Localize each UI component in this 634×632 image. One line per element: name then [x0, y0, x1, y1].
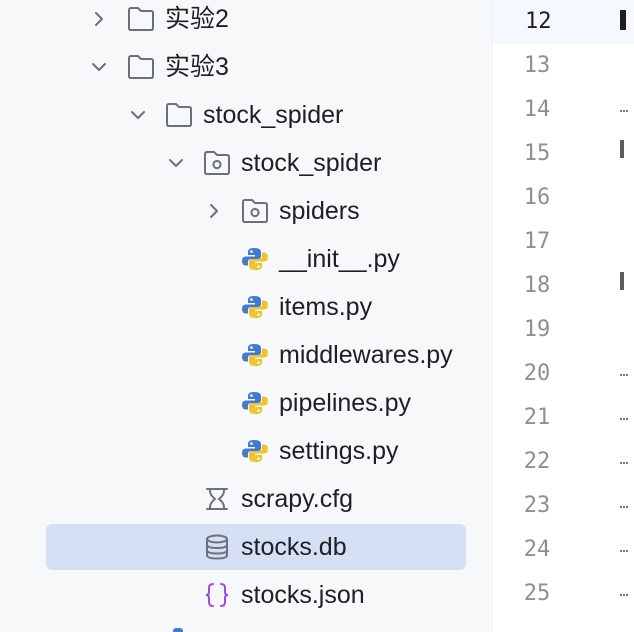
tree-item-items-py[interactable]: items.py	[0, 283, 490, 331]
tree-item-label: settings.py	[279, 437, 399, 465]
chevron-down-icon[interactable]	[88, 56, 110, 78]
line-number: 25	[523, 581, 551, 606]
folder-icon	[128, 7, 154, 31]
line-number: 15	[523, 141, 551, 166]
tree-item-label: stock_spider	[241, 149, 382, 177]
json-braces-icon	[205, 583, 229, 607]
line-number: 20	[523, 361, 551, 386]
line-number: 18	[523, 273, 551, 298]
code-fragment	[620, 496, 628, 508]
line-number: 17	[523, 229, 551, 254]
tree-item-label: pipelines.py	[279, 389, 412, 417]
package-folder-icon	[242, 199, 268, 223]
code-fragment	[620, 272, 624, 290]
code-fragment	[620, 408, 628, 420]
line-number: 24	[523, 537, 551, 562]
code-fragment	[620, 584, 628, 596]
python-file-icon	[242, 344, 268, 366]
code-fragment	[620, 452, 628, 464]
tree-item-spiders[interactable]: spiders	[0, 187, 490, 235]
line-number: 22	[523, 449, 551, 474]
tree-item-scrapy-cfg[interactable]: scrapy.cfg	[0, 475, 490, 523]
chevron-down-icon[interactable]	[127, 104, 149, 126]
tree-item-label: spiders	[279, 197, 360, 225]
folder-icon	[166, 103, 192, 127]
editor-gutter: 12 13 14 15 16 17 18 19 20 21 22 23 24 2…	[491, 0, 634, 632]
tree-item-stock-spider-package[interactable]: stock_spider	[0, 139, 490, 187]
chevron-right-icon[interactable]	[203, 200, 225, 222]
config-file-icon	[206, 488, 228, 510]
tree-item-init-py[interactable]: __init__.py	[0, 235, 490, 283]
line-number: 13	[523, 53, 551, 78]
tree-item-label: middlewares.py	[279, 341, 453, 369]
tree-item-label: stocks.db	[241, 533, 347, 561]
code-fragment	[620, 364, 628, 376]
python-file-icon	[242, 248, 268, 270]
folder-icon	[128, 55, 154, 79]
python-file-icon	[242, 440, 268, 462]
line-number: 16	[523, 185, 551, 210]
code-fragment	[620, 10, 626, 30]
chevron-right-icon[interactable]	[88, 8, 110, 30]
line-number: 14	[523, 97, 551, 122]
tree-item-stock-spider-root[interactable]: stock_spider	[0, 91, 490, 139]
tree-item-settings-py[interactable]: settings.py	[0, 427, 490, 475]
python-file-icon	[242, 392, 268, 414]
code-fragment	[620, 140, 624, 158]
tree-item-label: stocks.json	[241, 581, 365, 609]
tree-item-label: stock_spider	[203, 101, 344, 129]
code-fragment	[620, 540, 628, 552]
project-tree-panel: 实验2 实验3 stock_spider stock_spider spider…	[0, 0, 490, 632]
tree-item-label: 实验3	[165, 53, 229, 81]
tree-item-stocks-db[interactable]: stocks.db	[0, 523, 490, 571]
line-number: 23	[523, 493, 551, 518]
tree-item-experiment2[interactable]: 实验2	[0, 0, 490, 43]
tree-item-pipelines-py[interactable]: pipelines.py	[0, 379, 490, 427]
line-number: 19	[523, 317, 551, 342]
tree-item-stocks-json[interactable]: stocks.json	[0, 571, 490, 619]
python-file-icon	[242, 296, 268, 318]
package-folder-icon	[204, 151, 230, 175]
tree-item-label: items.py	[279, 293, 373, 321]
tree-item-experiment3[interactable]: 实验3	[0, 43, 490, 91]
code-fragment	[620, 100, 628, 112]
database-icon	[206, 534, 228, 560]
line-number: 21	[523, 405, 551, 430]
chevron-down-icon[interactable]	[165, 152, 187, 174]
tree-item-label: 实验2	[165, 5, 229, 33]
tree-item-label: scrapy.cfg	[241, 485, 354, 513]
line-number-current: 12	[492, 0, 634, 44]
python-file-icon	[173, 628, 183, 632]
tree-item-middlewares-py[interactable]: middlewares.py	[0, 331, 490, 379]
tree-item-label: __init__.py	[279, 245, 400, 273]
